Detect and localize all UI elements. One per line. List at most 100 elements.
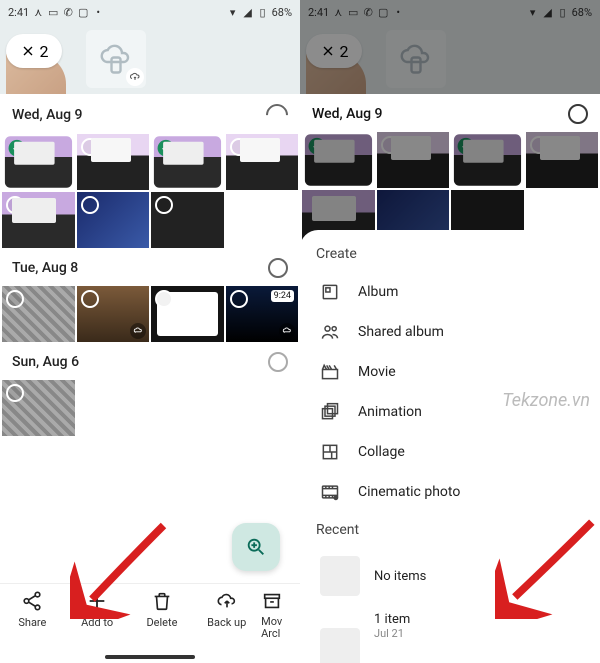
status-bar: 2:41 ⋏ ▭ ✆ ▢ • ▾ ◢ ▯ 68% (0, 0, 300, 24)
phone-icon: ✆ (62, 6, 74, 18)
item-label: Shared album (358, 324, 444, 340)
share-icon (21, 590, 43, 612)
backup-strip: 2 (0, 24, 300, 94)
cinematic-icon (320, 482, 340, 502)
select-ring[interactable] (81, 138, 99, 156)
sheet-section-create: Create (316, 246, 592, 262)
selection-count: 2 (40, 42, 49, 61)
archive-button[interactable]: MovArcl (259, 590, 300, 663)
person-icon: ⋏ (332, 6, 344, 18)
share-label: Share (18, 616, 46, 629)
collage-icon (320, 442, 340, 462)
status-time: 2:41 (8, 6, 29, 19)
select-day-ring[interactable] (268, 352, 288, 372)
photo-thumb[interactable] (5, 136, 72, 188)
item-label: Movie (358, 364, 396, 380)
select-day-ring[interactable] (268, 258, 288, 278)
gesture-bar[interactable] (105, 655, 195, 659)
create-movie[interactable]: Movie (316, 352, 592, 392)
album-thumb (320, 628, 360, 663)
select-ring[interactable] (155, 290, 173, 308)
section-aug9[interactable]: Wed, Aug 9 (0, 94, 300, 134)
section-label: Tue, Aug 8 (12, 260, 78, 276)
signal-icon: ◢ (242, 6, 254, 18)
battery-icon: ▯ (557, 6, 569, 18)
magnify-plus-icon (245, 536, 267, 558)
wifi-icon: ▾ (227, 6, 239, 18)
create-shared-album[interactable]: Shared album (316, 312, 592, 352)
recent-title: 1 item (374, 612, 410, 627)
item-label: Animation (358, 404, 422, 420)
photo-thumb[interactable] (77, 286, 150, 342)
archive-icon (261, 590, 283, 612)
dimmed-background: 2:41 ⋏ ▭ ✆ ▢ • ▾ ◢ ▯ 68% 2 Wed, Aug 9 (300, 0, 600, 246)
section-label: Wed, Aug 9 (12, 107, 82, 123)
cloud-up-icon (216, 590, 238, 612)
screenshot-left: 2:41 ⋏ ▭ ✆ ▢ • ▾ ◢ ▯ 68% 2 Wed, Aug 9 (0, 0, 300, 663)
photo-thumb[interactable] (77, 134, 150, 190)
photo-thumb[interactable]: 9:24 (226, 286, 299, 342)
photo-thumb[interactable] (2, 192, 75, 248)
recent-title: No items (374, 569, 426, 584)
section-label: Sun, Aug 6 (12, 354, 79, 370)
select-day-ring[interactable] (261, 99, 292, 130)
wifi-icon: ▾ (527, 6, 539, 18)
share-button[interactable]: Share (0, 590, 65, 663)
photo-thumb[interactable] (77, 192, 150, 248)
app-icon: ▢ (377, 6, 389, 18)
dot-icon: • (92, 6, 104, 18)
signal-icon: ◢ (542, 6, 554, 18)
search-fab[interactable] (232, 523, 280, 571)
photo-thumb[interactable] (151, 192, 224, 248)
section-aug6[interactable]: Sun, Aug 6 (0, 342, 300, 380)
dot-icon: • (392, 6, 404, 18)
backup-button[interactable]: Back up (194, 590, 259, 663)
clock-widget: 9:24 (271, 290, 294, 302)
backup-label: Back up (207, 616, 246, 629)
app-icon: ▢ (77, 6, 89, 18)
photo-thumb[interactable] (154, 136, 221, 188)
grid-aug9 (0, 134, 300, 248)
select-ring[interactable] (155, 196, 173, 214)
recent-date: Jul 21 (374, 627, 410, 663)
select-ring[interactable] (81, 290, 99, 308)
movie-icon (320, 362, 340, 382)
check-icon[interactable] (158, 140, 175, 157)
select-ring[interactable] (6, 384, 24, 402)
person-icon: ⋏ (32, 6, 44, 18)
create-collage[interactable]: Collage (316, 432, 592, 472)
chat-icon: ▭ (47, 6, 59, 18)
select-ring[interactable] (81, 196, 99, 214)
select-ring[interactable] (230, 290, 248, 308)
backup-card[interactable] (86, 30, 146, 88)
select-ring[interactable] (6, 196, 24, 214)
select-ring[interactable] (230, 138, 248, 156)
annotation-arrow-right (495, 509, 600, 623)
album-icon (320, 282, 340, 302)
chat-icon: ▭ (347, 6, 359, 18)
status-battery: 68% (272, 6, 292, 19)
check-icon[interactable] (9, 140, 26, 157)
cloud-badge-icon (126, 68, 144, 86)
photo-thumb[interactable] (2, 286, 75, 342)
item-label: Cinematic photo (358, 484, 460, 500)
create-album[interactable]: Album (316, 272, 592, 312)
cloud-done-icon (279, 323, 295, 339)
select-ring[interactable] (6, 290, 24, 308)
create-animation[interactable]: Animation (316, 392, 592, 432)
shared-album-icon (320, 322, 340, 342)
close-icon[interactable] (20, 43, 36, 59)
cloud-done-icon (130, 323, 146, 339)
photo-thumb[interactable] (151, 286, 224, 342)
battery-icon: ▯ (257, 6, 269, 18)
album-thumb (320, 556, 360, 596)
selection-chip[interactable]: 2 (6, 34, 62, 68)
status-bar: 2:41 ⋏ ▭ ✆ ▢ • ▾ ◢ ▯ 68% (300, 0, 600, 24)
annotation-arrow-left (70, 509, 180, 623)
photo-thumb[interactable] (226, 134, 299, 190)
create-cinematic[interactable]: Cinematic photo (316, 472, 592, 512)
animation-icon (320, 402, 340, 422)
status-battery: 68% (572, 6, 592, 19)
section-aug8[interactable]: Tue, Aug 8 (0, 248, 300, 286)
photo-thumb[interactable] (2, 380, 75, 436)
